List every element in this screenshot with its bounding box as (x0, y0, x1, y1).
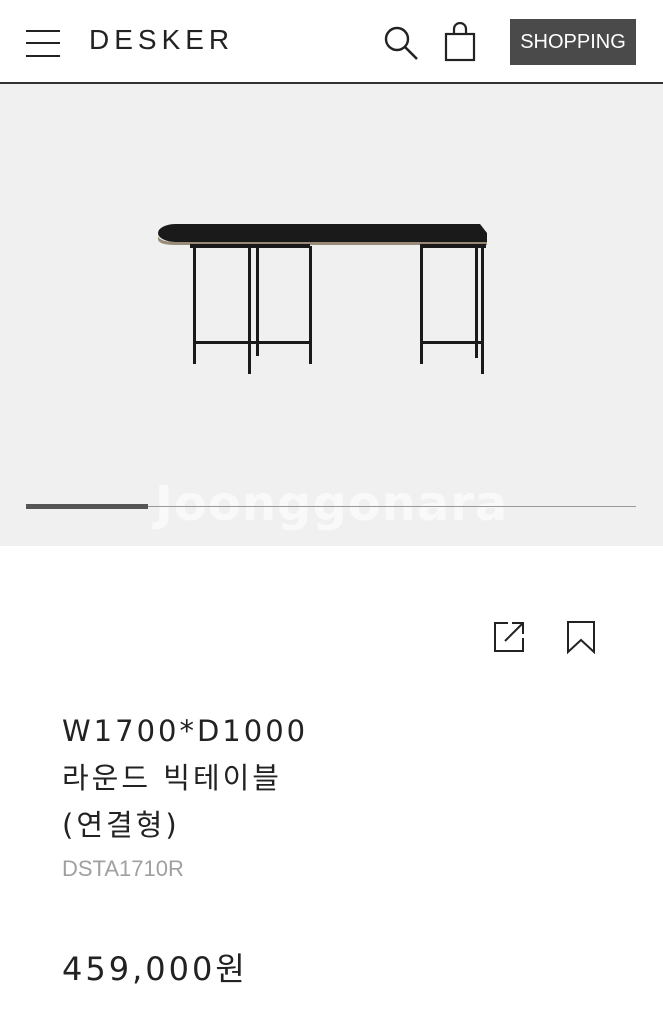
product-name-line: (연결형) (62, 808, 180, 842)
search-icon[interactable] (382, 24, 420, 62)
product-name-line: 라운드 빅테이블 (62, 761, 282, 795)
product-table-image (150, 214, 495, 378)
share-icon[interactable] (492, 620, 526, 654)
slide-progress-indicator (26, 504, 148, 509)
product-sku: DSTA1710R (62, 856, 184, 881)
shopping-button[interactable]: SHOPPING (510, 19, 636, 65)
product-image-gallery[interactable]: Joonggonara (0, 84, 663, 546)
hamburger-menu-icon[interactable] (26, 28, 60, 58)
top-header: DESKER SHOPPING (0, 0, 663, 84)
shopping-bag-icon[interactable] (443, 21, 477, 62)
product-price: 459,000원 (62, 950, 248, 988)
bookmark-icon[interactable] (566, 620, 596, 655)
product-name: W1700*D1000 라운드 빅테이블 (연결형) (62, 708, 582, 849)
product-name-line: W1700*D1000 (62, 714, 309, 748)
watermark-text: Joonggonara (155, 476, 509, 532)
brand-logo[interactable]: DESKER (89, 24, 234, 56)
